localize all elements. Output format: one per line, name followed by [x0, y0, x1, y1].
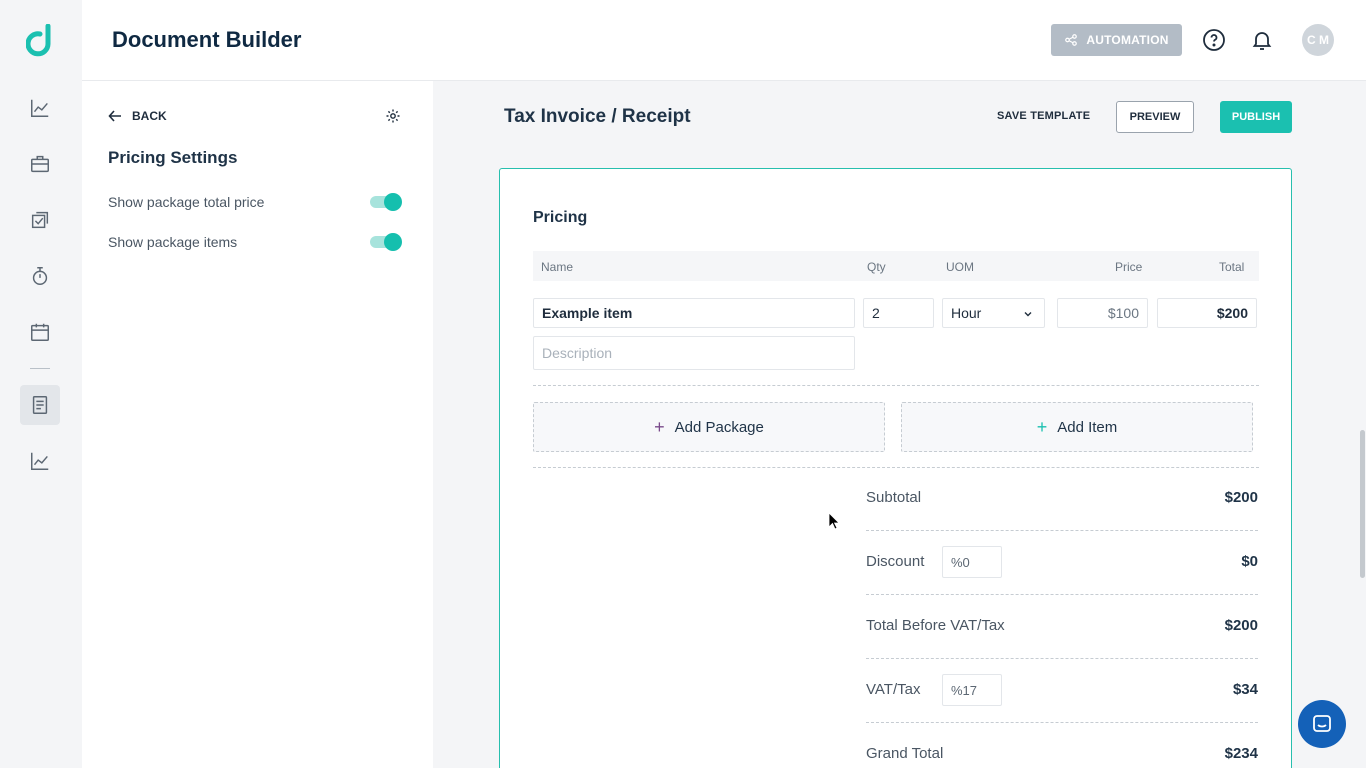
- automation-button[interactable]: AUTOMATION: [1051, 24, 1182, 56]
- tax-value: $34: [1232, 681, 1258, 698]
- item-uom-select[interactable]: Hour: [942, 298, 1045, 328]
- help-icon[interactable]: [1202, 28, 1226, 52]
- plus-icon: +: [654, 416, 665, 437]
- document-icon[interactable]: [20, 385, 60, 425]
- add-item-button[interactable]: + Add Item: [901, 402, 1253, 452]
- pricing-title: Pricing: [533, 209, 588, 226]
- chat-button[interactable]: [1298, 700, 1346, 748]
- settings-panel: BACK Pricing Settings Show package total…: [82, 81, 433, 768]
- item-price-input[interactable]: $100: [1057, 298, 1148, 328]
- scrollbar[interactable]: [1360, 430, 1365, 578]
- subtotal-label: Subtotal: [866, 489, 922, 506]
- page-title: Document Builder: [112, 27, 302, 52]
- package-total-price-toggle[interactable]: [370, 193, 402, 211]
- add-item-label: Add Item: [1057, 418, 1118, 436]
- subtotal-row: Subtotal $200: [866, 467, 1258, 531]
- chat-icon: [1313, 715, 1331, 732]
- subtotal-value: $200: [1224, 489, 1258, 506]
- settings-title: Pricing Settings: [108, 148, 238, 167]
- calendar-icon[interactable]: [20, 312, 60, 352]
- pricing-card: Pricing Name Qty UOM Price Total Example…: [499, 168, 1292, 768]
- mouse-cursor-icon: [828, 512, 840, 530]
- tax-percent-input[interactable]: %17: [942, 674, 1002, 706]
- top-header: Document Builder AUTOMATION C M: [82, 0, 1366, 81]
- discount-value: $0: [1241, 553, 1258, 570]
- grand-total-value: $234: [1224, 745, 1258, 762]
- save-template-button[interactable]: SAVE TEMPLATE: [997, 110, 1090, 122]
- item-qty-input[interactable]: 2: [863, 298, 934, 328]
- document-title: Tax Invoice / Receipt: [504, 106, 691, 127]
- share-icon: [1065, 34, 1078, 46]
- pricing-table-header: Name Qty UOM Price Total: [533, 251, 1259, 281]
- before-tax-label: Total Before VAT/Tax: [866, 617, 1005, 634]
- briefcase-icon[interactable]: [20, 144, 60, 184]
- item-total: $200: [1157, 298, 1257, 328]
- setting-package-items: Show package items: [108, 233, 402, 251]
- grand-total-row: Grand Total $234: [866, 723, 1258, 768]
- column-qty: Qty: [867, 260, 886, 274]
- bell-icon[interactable]: [1250, 28, 1274, 52]
- chevron-down-icon: [1024, 312, 1032, 317]
- logo-icon[interactable]: [26, 24, 56, 58]
- analytics-icon[interactable]: [20, 88, 60, 128]
- before-tax-row: Total Before VAT/Tax $200: [866, 595, 1258, 659]
- setting-label: Show package total price: [108, 194, 265, 210]
- discount-row: Discount %0 $0: [866, 531, 1258, 595]
- tax-row: VAT/Tax %17 $34: [866, 659, 1258, 723]
- stopwatch-icon[interactable]: [20, 256, 60, 296]
- setting-package-total-price: Show package total price: [108, 193, 402, 211]
- column-total: Total: [1219, 260, 1245, 274]
- tax-label: VAT/Tax: [866, 681, 921, 698]
- avatar[interactable]: C M: [1302, 24, 1334, 56]
- discount-label: Discount: [866, 553, 925, 570]
- plus-icon: +: [1036, 416, 1048, 437]
- package-items-toggle[interactable]: [370, 233, 402, 251]
- uom-value: Hour: [951, 305, 982, 321]
- add-package-button[interactable]: + Add Package: [533, 402, 885, 452]
- add-package-label: Add Package: [674, 418, 764, 436]
- grand-total-label: Grand Total: [866, 745, 944, 762]
- preview-button[interactable]: PREVIEW: [1116, 101, 1194, 133]
- discount-percent-input[interactable]: %0: [942, 546, 1002, 578]
- back-label: BACK: [132, 109, 167, 123]
- icon-rail: [0, 0, 82, 768]
- setting-label: Show package items: [108, 234, 238, 250]
- gear-icon[interactable]: [385, 108, 401, 124]
- arrow-left-icon: [108, 110, 121, 122]
- item-name-input[interactable]: Example item: [533, 298, 855, 328]
- column-uom: UOM: [946, 260, 974, 274]
- tasks-icon[interactable]: [20, 200, 60, 240]
- divider: [533, 385, 1259, 386]
- automation-label: AUTOMATION: [1086, 33, 1169, 47]
- back-button[interactable]: BACK: [108, 109, 167, 123]
- item-description-input[interactable]: Description: [533, 336, 855, 370]
- column-name: Name: [541, 260, 574, 274]
- reports-icon[interactable]: [20, 441, 60, 481]
- publish-button[interactable]: PUBLISH: [1220, 101, 1292, 133]
- before-tax-value: $200: [1224, 617, 1258, 634]
- column-price: Price: [1115, 260, 1143, 274]
- rail-divider: [30, 368, 50, 369]
